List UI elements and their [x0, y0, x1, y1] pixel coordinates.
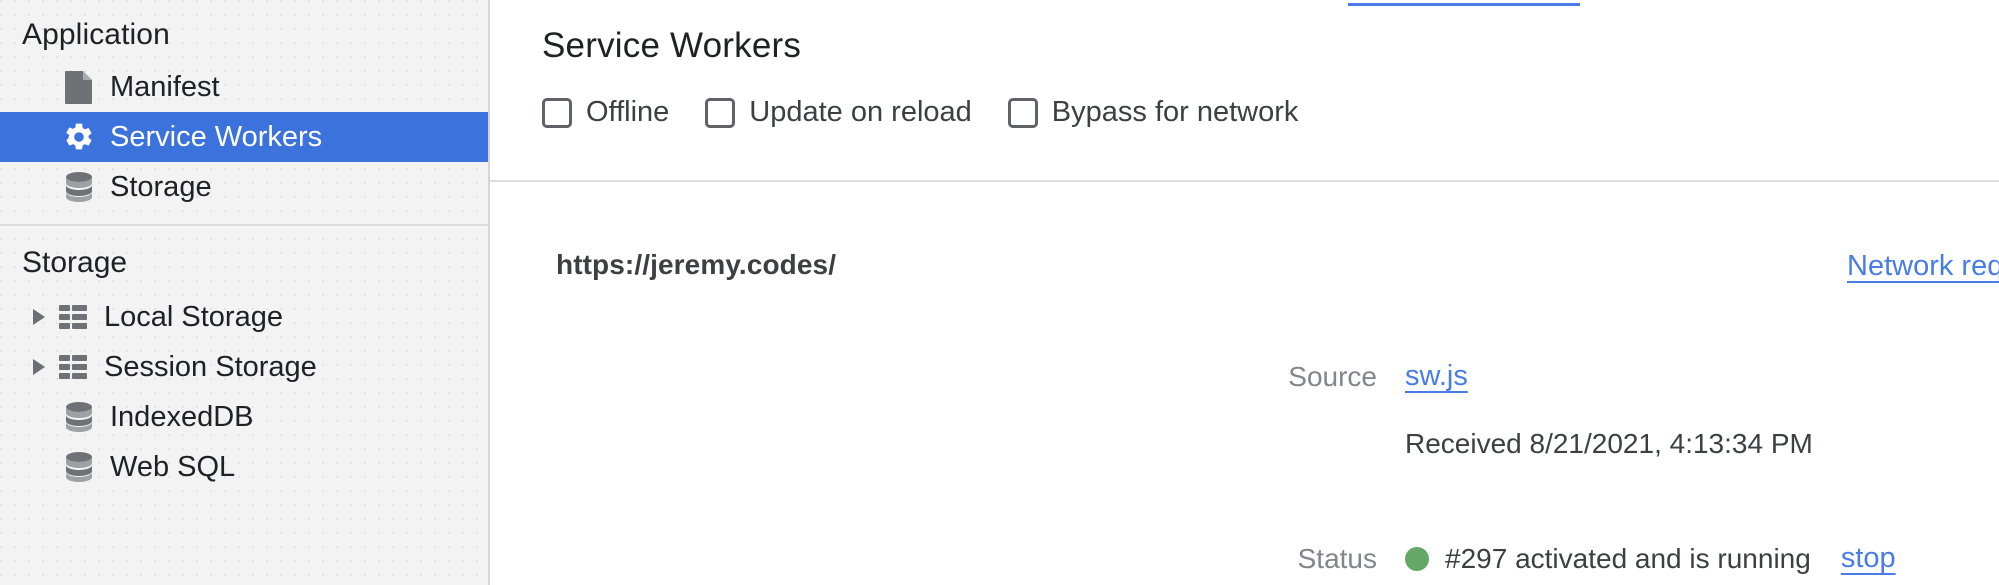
database-icon	[62, 450, 96, 484]
status-value: #297 activated and is running stop	[1405, 542, 1896, 575]
page-title: Application	[22, 18, 170, 51]
sidebar-item-web-sql[interactable]: Web SQL	[0, 442, 488, 492]
sidebar-item-label: IndexedDB	[110, 400, 254, 433]
bypass-for-network-checkbox[interactable]: Bypass for network	[1007, 96, 1299, 129]
chevron-right-icon[interactable]	[22, 309, 56, 325]
sidebar-item-label: Session Storage	[104, 350, 317, 383]
checkbox-label: Bypass for network	[1051, 96, 1299, 128]
devtools-application-panel: Application Manifest Service Workers Sto…	[0, 0, 1999, 585]
sidebar: Application Manifest Service Workers Sto…	[0, 0, 490, 585]
clipped-link-underline	[1348, 3, 1580, 6]
status-indicator-icon	[1405, 546, 1429, 571]
database-icon	[62, 170, 96, 204]
toolbar-divider	[490, 180, 1999, 182]
section-heading: Service Workers	[542, 26, 802, 65]
registration-actions: Network requests Update Unregister	[1847, 250, 1999, 283]
service-workers-pane: Service Workers Offline Update on reload…	[490, 0, 1999, 585]
table-icon	[56, 300, 90, 334]
sidebar-item-session-storage[interactable]: Session Storage	[0, 342, 488, 392]
sidebar-item-indexeddb[interactable]: IndexedDB	[0, 392, 488, 442]
document-icon	[62, 70, 96, 104]
sidebar-item-label: Local Storage	[104, 300, 283, 333]
chevron-right-icon[interactable]	[22, 359, 56, 375]
network-requests-link[interactable]: Network requests	[1847, 250, 1999, 283]
sidebar-divider	[0, 224, 488, 226]
table-icon	[56, 350, 90, 384]
source-label: Source	[1288, 360, 1377, 392]
received-row: Received 8/21/2021, 4:13:34 PM	[1190, 428, 1813, 460]
checkbox-label: Update on reload	[749, 96, 972, 128]
sidebar-section-title-storage: Storage	[22, 246, 128, 279]
sidebar-item-label: Web SQL	[110, 450, 236, 483]
sidebar-item-label: Storage	[110, 170, 212, 203]
status-label: Status	[1297, 542, 1377, 574]
checkbox-box[interactable]	[542, 97, 572, 128]
sidebar-item-manifest[interactable]: Manifest	[0, 62, 488, 112]
sidebar-item-local-storage[interactable]: Local Storage	[0, 292, 488, 342]
source-row: Source sw.js	[1190, 360, 1468, 393]
source-file-link[interactable]: sw.js	[1405, 360, 1468, 393]
sidebar-item-label: Manifest	[110, 70, 220, 103]
gear-icon	[62, 120, 96, 154]
checkbox-box[interactable]	[705, 97, 736, 128]
sidebar-item-service-workers[interactable]: Service Workers	[0, 112, 488, 162]
service-worker-toolbar: Offline Update on reload Bypass for netw…	[542, 96, 1298, 129]
received-text: Received 8/21/2021, 4:13:34 PM	[1405, 428, 1813, 459]
registration-origin: https://jeremy.codes/	[556, 249, 837, 280]
sidebar-item-label: Service Workers	[110, 120, 323, 153]
database-icon	[62, 400, 96, 434]
stop-link[interactable]: stop	[1841, 542, 1896, 575]
status-row: Status #297 activated and is running sto…	[1190, 542, 1896, 575]
offline-checkbox[interactable]: Offline	[542, 96, 669, 129]
checkbox-box[interactable]	[1007, 97, 1038, 128]
checkbox-label: Offline	[586, 96, 670, 128]
status-text: #297 activated and is running	[1445, 542, 1811, 574]
update-on-reload-checkbox[interactable]: Update on reload	[705, 96, 972, 129]
source-value: sw.js	[1405, 360, 1468, 393]
sidebar-item-storage[interactable]: Storage	[0, 162, 488, 212]
